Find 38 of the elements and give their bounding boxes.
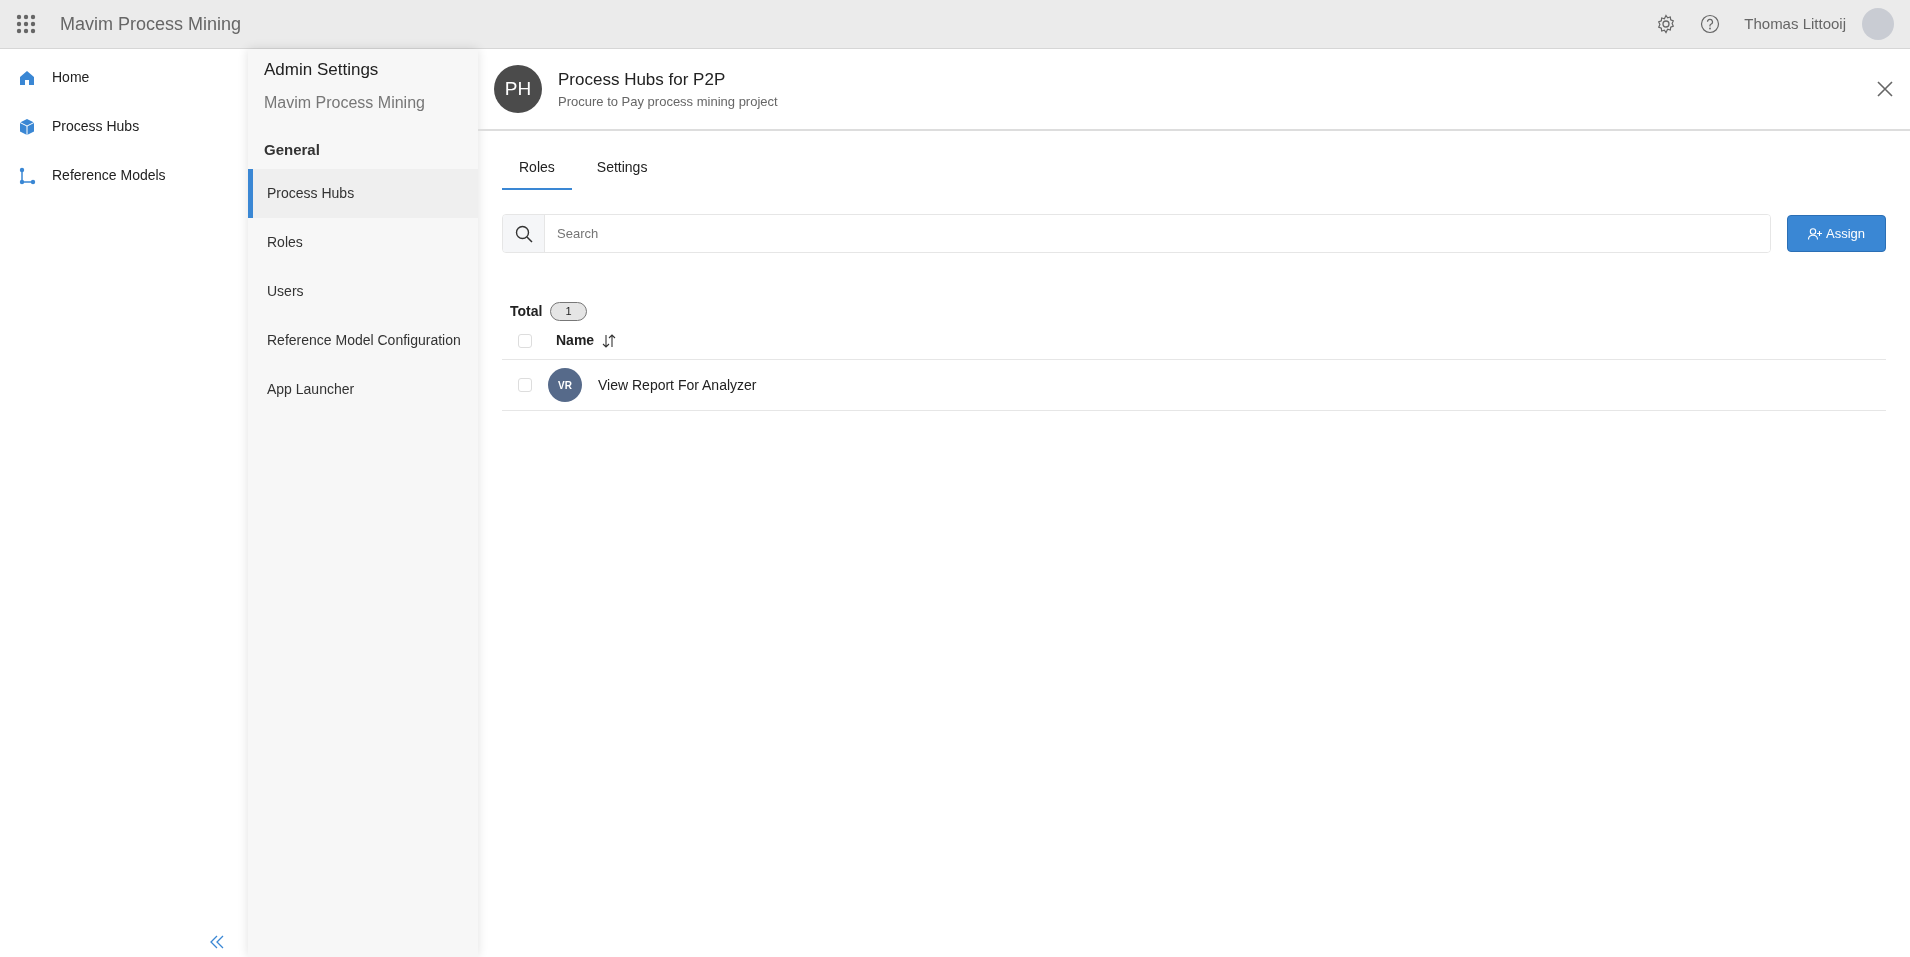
help-icon[interactable]	[1700, 14, 1721, 34]
hub-avatar: PH	[494, 65, 542, 113]
sort-icon[interactable]	[602, 333, 617, 348]
select-all-checkbox[interactable]	[518, 333, 532, 348]
close-icon[interactable]	[1876, 80, 1894, 98]
tab[interactable]: Settings	[579, 147, 665, 190]
hub-title: Process Hubs for P2P	[558, 68, 727, 91]
panel-subtitle: Mavim Process Mining	[264, 92, 426, 113]
user-name: Thomas Littooij	[1744, 13, 1846, 34]
connected-nodes-icon	[18, 166, 36, 185]
settings-menu-item[interactable]: Users	[248, 267, 478, 316]
sidebar-item[interactable]: Reference Models	[0, 151, 248, 200]
app-launcher-icon[interactable]	[16, 14, 36, 34]
home-icon	[18, 68, 36, 87]
total-label: Total	[510, 302, 543, 321]
sidebar-item[interactable]: Process Hubs	[0, 102, 248, 151]
search-icon	[514, 224, 533, 243]
settings-menu-item[interactable]: App Launcher	[248, 365, 478, 414]
column-header[interactable]: Name	[556, 330, 595, 351]
total-count: 1	[550, 302, 587, 321]
settings-icon[interactable]	[1656, 14, 1677, 34]
search-field[interactable]: Search	[502, 214, 1771, 253]
settings-menu-item[interactable]: Reference Model Configuration	[248, 316, 478, 365]
section-heading: General	[263, 139, 321, 160]
panel-title: Admin Settings	[264, 59, 380, 81]
app-title: Mavim Process Mining	[60, 12, 242, 36]
settings-menu-item[interactable]: Process Hubs	[248, 169, 478, 218]
hub-subtitle: Procure to Pay process mining project	[558, 93, 779, 111]
sidebar-item[interactable]: Home	[0, 53, 248, 102]
table-cell-text: View Report For Analyzer	[598, 375, 757, 395]
row-checkbox[interactable]	[518, 378, 532, 392]
role-avatar: VR	[548, 368, 582, 402]
collapse-chevrons-icon[interactable]	[210, 935, 224, 949]
add-person-icon	[1807, 227, 1822, 240]
assign-button[interactable]: Assign	[1786, 214, 1886, 253]
settings-menu-item[interactable]: Roles	[248, 218, 478, 267]
cube-icon	[18, 117, 36, 136]
tab[interactable]: Roles	[502, 147, 572, 190]
